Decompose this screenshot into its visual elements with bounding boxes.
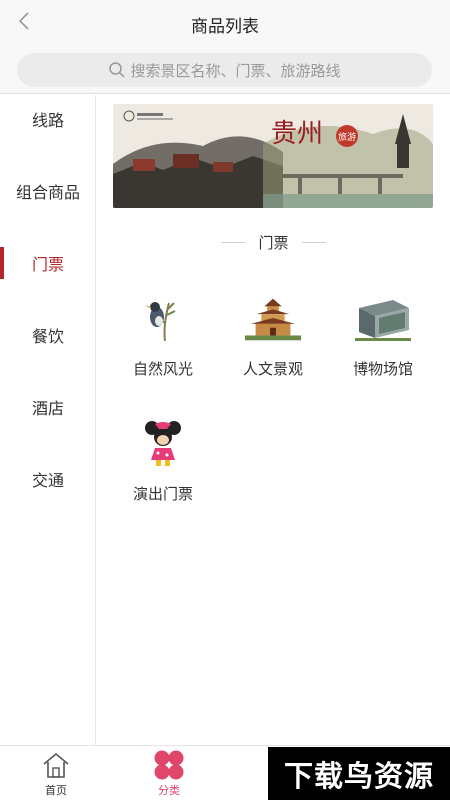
sidebar-item-tickets[interactable]: 门票 [0,243,96,283]
watermark-text: 下载鸟资源 [283,758,434,793]
banner-badge: 旅游 [338,131,356,143]
sidebar-item-hotels[interactable]: 酒店 [0,387,96,427]
cartoon-mouse-icon [133,419,193,469]
sidebar-item-transport[interactable]: 交通 [0,459,96,499]
watermark-overlay: 下载鸟资源 [268,747,450,800]
category-sidebar: 线路 组合商品 门票 餐饮 酒店 交通 [0,95,96,745]
main-content: 贵州 旅游 门票 自然风光 人文景观 博物场馆 演出门票 [97,95,450,745]
search-icon [108,61,126,79]
sidebar-item-combos[interactable]: 组合商品 [0,171,96,211]
category-museums[interactable]: 博物场馆 [328,294,438,379]
category-culture[interactable]: 人文景观 [218,294,328,379]
banner-title: 贵州 [271,119,323,149]
sidebar-item-routes[interactable]: 线路 [0,99,96,139]
app-header: 商品列表 [0,0,450,46]
bird-on-branch-icon [133,294,193,344]
promo-banner[interactable]: 贵州 旅游 [113,104,433,208]
category-nature[interactable]: 自然风光 [108,294,218,379]
sidebar-item-dining[interactable]: 餐饮 [0,315,96,355]
category-label: 演出门票 [132,485,193,503]
category-label: 博物场馆 [352,360,413,378]
page-title: 商品列表 [191,17,259,37]
search-section: 搜索景区名称、门票、旅游路线 [0,46,450,94]
divider-right [301,241,326,243]
tab-category[interactable]: 分类 [139,746,199,800]
category-shows[interactable]: 演出门票 [108,419,218,504]
tab-home[interactable]: 首页 [26,746,86,800]
pagoda-icon [243,294,303,344]
tab-label: 首页 [45,784,67,797]
home-icon [40,750,72,780]
category-label: 自然风光 [132,360,193,378]
tab-label: 分类 [158,784,180,797]
museum-building-icon [353,294,413,344]
section-header: 门票 [97,231,450,253]
divider-left [221,241,246,243]
guizhou-banner-image: 贵州 旅游 [113,104,433,208]
category-petals-icon [153,750,185,780]
section-title: 门票 [258,233,289,252]
search-input[interactable]: 搜索景区名称、门票、旅游路线 [17,53,432,87]
category-label: 人文景观 [242,360,303,378]
search-placeholder: 搜索景区名称、门票、旅游路线 [130,61,341,80]
